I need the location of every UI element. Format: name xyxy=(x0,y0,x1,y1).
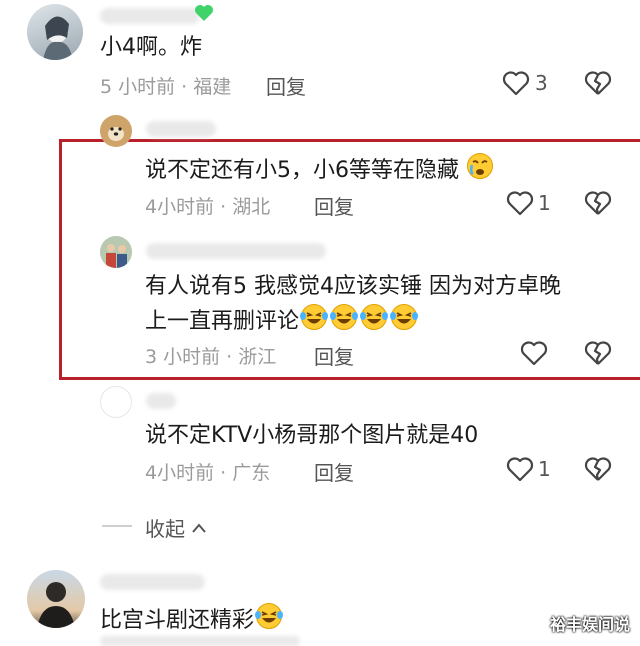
avatar[interactable] xyxy=(27,570,85,628)
laughing-crying-emoji xyxy=(359,303,389,341)
comment-text: 比宫斗剧还精彩 xyxy=(100,602,284,640)
comment-meta: 5 小时前 · 福建 xyxy=(100,76,232,98)
username-blurred xyxy=(100,574,205,590)
collapse-button[interactable]: 收起 xyxy=(145,513,207,542)
username-blurred xyxy=(146,393,176,409)
like-count: 3 xyxy=(535,71,548,95)
avatar-image xyxy=(43,16,73,60)
person-avatar-image xyxy=(37,582,75,628)
reply-button[interactable]: 回复 xyxy=(314,191,354,220)
broken-heart-icon[interactable] xyxy=(584,456,612,486)
collapse-divider xyxy=(102,525,132,527)
heart-icon[interactable] xyxy=(506,190,534,220)
broken-heart-icon[interactable] xyxy=(584,190,612,220)
avatar[interactable] xyxy=(100,236,132,268)
comment-text: 说不定KTV小杨哥那个图片就是40 xyxy=(145,423,479,448)
comment-text-content: 上一直再删评论 xyxy=(145,309,300,334)
laughing-crying-emoji xyxy=(299,303,329,341)
comment-text: 说不定还有小5，小6等等在隐藏 xyxy=(145,152,494,190)
comment-text-line2: 上一直再删评论 xyxy=(145,303,419,341)
username-blurred xyxy=(146,121,216,137)
avatar[interactable] xyxy=(100,386,132,418)
comment-text: 小4啊。炸 xyxy=(100,35,202,60)
avatar[interactable] xyxy=(100,115,132,147)
broken-heart-icon[interactable] xyxy=(584,70,612,100)
comment-text-content: 说不定还有小5，小6等等在隐藏 xyxy=(145,158,459,183)
comment-meta: 3 小时前 · 浙江 xyxy=(145,346,277,368)
comment-meta: 4小时前 · 湖北 xyxy=(145,196,271,218)
username-blurred xyxy=(100,8,200,24)
avatar[interactable] xyxy=(27,4,83,60)
reply-button[interactable]: 回复 xyxy=(314,341,354,370)
heart-icon[interactable] xyxy=(520,340,548,370)
crying-emoji xyxy=(466,152,494,190)
comment-meta: 4小时前 · 广东 xyxy=(145,462,271,484)
people-avatar-image xyxy=(100,236,132,268)
dog-avatar-image xyxy=(100,115,132,147)
username-blurred xyxy=(146,243,326,259)
broken-heart-icon[interactable] xyxy=(584,340,612,370)
comment-text-line1: 有人说有5 我感觉4应该实锤 因为对方卓晚 xyxy=(145,274,561,299)
chevron-up-icon xyxy=(191,515,207,539)
reply-button[interactable]: 回复 xyxy=(266,71,306,100)
collapse-label: 收起 xyxy=(145,517,185,541)
like-count: 1 xyxy=(538,191,551,215)
watermark: 裕丰娱间说 xyxy=(549,615,630,634)
heart-icon[interactable] xyxy=(506,456,534,486)
heart-badge-icon xyxy=(194,4,214,22)
laughing-crying-emoji xyxy=(329,303,359,341)
comment-text-content: 比宫斗剧还精彩 xyxy=(100,608,255,633)
laughing-crying-emoji xyxy=(254,602,284,640)
like-count: 1 xyxy=(538,457,551,481)
heart-icon[interactable] xyxy=(502,70,530,100)
reply-button[interactable]: 回复 xyxy=(314,457,354,486)
laughing-crying-emoji xyxy=(389,303,419,341)
